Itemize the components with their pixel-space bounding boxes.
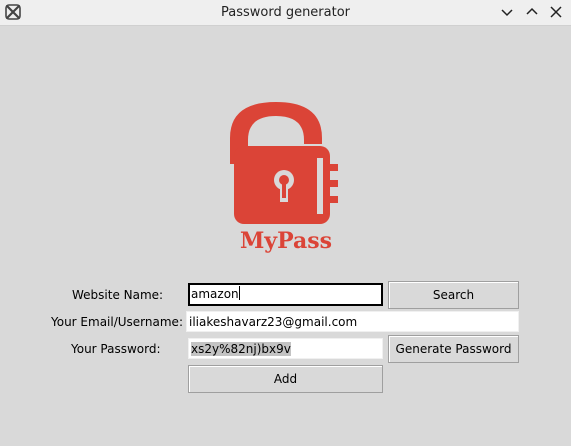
- password-generator-window: Password generator MyPass Website Name: …: [0, 0, 571, 446]
- text-cursor: [238, 286, 240, 300]
- mypass-logo: MyPass: [230, 102, 338, 254]
- chevron-up-icon[interactable]: [524, 4, 540, 20]
- website-input[interactable]: amazon: [188, 283, 383, 306]
- logo-text: MyPass: [240, 228, 332, 254]
- window-title: Password generator: [220, 5, 351, 20]
- generate-password-button[interactable]: Generate Password: [388, 335, 519, 363]
- password-label: Your Password:: [71, 342, 161, 356]
- email-input[interactable]: iliakeshavarz23@gmail.com: [186, 311, 519, 332]
- chevron-down-icon[interactable]: [499, 4, 515, 20]
- website-input-value: amazon: [191, 287, 239, 301]
- website-label: Website Name:: [72, 288, 164, 302]
- title-bar: Password generator: [0, 0, 571, 26]
- email-label: Your Email/Username:: [51, 315, 183, 329]
- close-icon[interactable]: [548, 4, 564, 20]
- search-button[interactable]: Search: [388, 281, 519, 309]
- password-input-value: xs2y%82nj)bx9v: [191, 342, 291, 356]
- add-button[interactable]: Add: [188, 365, 383, 393]
- password-input[interactable]: xs2y%82nj)bx9v: [188, 338, 383, 359]
